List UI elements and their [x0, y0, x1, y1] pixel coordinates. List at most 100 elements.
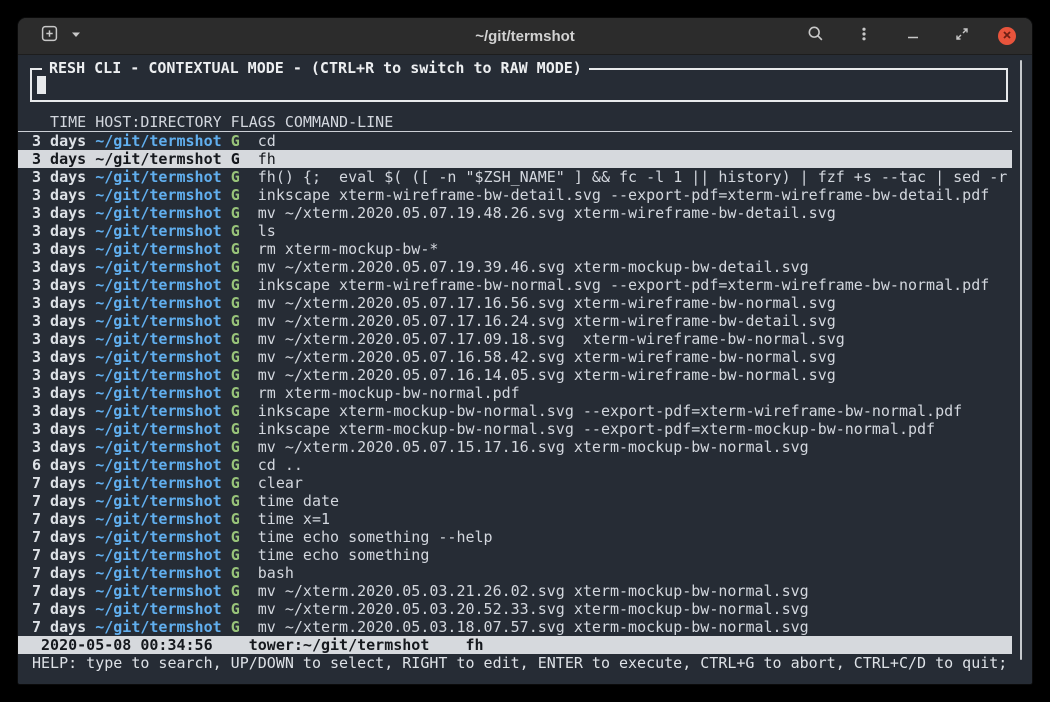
close-button[interactable] — [998, 27, 1016, 45]
history-row[interactable]: 3 days ~/git/termshot G mv ~/xterm.2020.… — [18, 366, 1012, 384]
row-command: mv ~/xterm.2020.05.07.17.16.56.svg xterm… — [258, 294, 836, 312]
history-row[interactable]: 7 days ~/git/termshot G clear — [18, 474, 1012, 492]
row-time: 7 days — [32, 600, 86, 618]
history-row[interactable]: 7 days ~/git/termshot G time x=1 — [18, 510, 1012, 528]
row-command: mv ~/xterm.2020.05.07.19.48.26.svg xterm… — [258, 204, 836, 222]
row-directory: ~/git/termshot — [95, 456, 221, 474]
row-directory: ~/git/termshot — [95, 510, 221, 528]
status-location: tower:~/git/termshot — [249, 636, 430, 654]
history-row[interactable]: 3 days ~/git/termshot G ls — [18, 222, 1012, 240]
row-command: inkscape xterm-wireframe-bw-detail.svg -… — [258, 186, 990, 204]
row-time: 3 days — [32, 258, 86, 276]
history-row[interactable]: 3 days ~/git/termshot G mv ~/xterm.2020.… — [18, 258, 1012, 276]
row-directory: ~/git/termshot — [95, 546, 221, 564]
row-command: clear — [258, 474, 303, 492]
terminal-screen: RESH CLI - CONTEXTUAL MODE - (CTRL+R to … — [18, 55, 1032, 684]
row-command: bash — [258, 564, 294, 582]
row-flags: G — [231, 366, 240, 384]
row-command: time date — [258, 492, 339, 510]
row-time: 3 days — [32, 312, 86, 330]
search-input[interactable]: RESH CLI - CONTEXTUAL MODE - (CTRL+R to … — [30, 68, 1008, 102]
row-command: mv ~/xterm.2020.05.03.18.07.57.svg xterm… — [258, 618, 809, 636]
row-command: mv ~/xterm.2020.05.07.16.14.05.svg xterm… — [258, 366, 836, 384]
row-command: mv ~/xterm.2020.05.07.17.09.18.svg xterm… — [258, 330, 845, 348]
history-row[interactable]: 3 days ~/git/termshot G mv ~/xterm.2020.… — [18, 312, 1012, 330]
history-row[interactable]: 3 days ~/git/termshot G inkscape xterm-m… — [18, 420, 1012, 438]
history-row[interactable]: 7 days ~/git/termshot G bash — [18, 564, 1012, 582]
history-row[interactable]: 3 days ~/git/termshot G inkscape xterm-m… — [18, 402, 1012, 420]
history-row[interactable]: 3 days ~/git/termshot G rm xterm-mockup-… — [18, 240, 1012, 258]
row-flags: G — [231, 294, 240, 312]
history-row[interactable]: 3 days ~/git/termshot G rm xterm-mockup-… — [18, 384, 1012, 402]
row-directory: ~/git/termshot — [95, 402, 221, 420]
row-command: mv ~/xterm.2020.05.07.19.39.46.svg xterm… — [258, 258, 809, 276]
row-time: 7 days — [32, 528, 86, 546]
row-command: rm xterm-mockup-bw-* — [258, 240, 439, 258]
row-directory: ~/git/termshot — [95, 330, 221, 348]
new-tab-button[interactable] — [36, 23, 62, 49]
row-directory: ~/git/termshot — [95, 492, 221, 510]
history-row[interactable]: 3 days ~/git/termshot G mv ~/xterm.2020.… — [18, 330, 1012, 348]
row-directory: ~/git/termshot — [95, 222, 221, 240]
chevron-down-icon — [71, 27, 81, 45]
history-row[interactable]: 3 days ~/git/termshot G inkscape xterm-w… — [18, 276, 1012, 294]
new-tab-icon — [41, 25, 58, 47]
history-row[interactable]: 3 days ~/git/termshot G fh — [18, 150, 1012, 168]
row-flags: G — [231, 222, 240, 240]
row-directory: ~/git/termshot — [95, 384, 221, 402]
history-row[interactable]: 7 days ~/git/termshot G time echo someth… — [18, 546, 1012, 564]
history-row[interactable]: 3 days ~/git/termshot G inkscape xterm-w… — [18, 186, 1012, 204]
search-button[interactable] — [802, 23, 828, 49]
row-directory: ~/git/termshot — [95, 204, 221, 222]
row-flags: G — [231, 132, 240, 150]
search-icon — [807, 25, 824, 47]
history-row[interactable]: 3 days ~/git/termshot G cd — [18, 132, 1012, 150]
row-command: time echo something --help — [258, 528, 493, 546]
titlebar: ~/git/termshot — [18, 18, 1032, 55]
history-row[interactable]: 7 days ~/git/termshot G mv ~/xterm.2020.… — [18, 600, 1012, 618]
row-flags: G — [231, 456, 240, 474]
history-row[interactable]: 7 days ~/git/termshot G mv ~/xterm.2020.… — [18, 618, 1012, 636]
row-time: 3 days — [32, 150, 86, 168]
status-bar: 2020-05-08 00:34:56 tower:~/git/termshot… — [18, 636, 1012, 654]
history-list: 3 days ~/git/termshot G cd3 days ~/git/t… — [18, 132, 1012, 636]
row-time: 3 days — [32, 366, 86, 384]
row-flags: G — [231, 330, 240, 348]
history-column-header: TIME HOST:DIRECTORY FLAGS COMMAND-LINE — [18, 113, 1012, 132]
terminal-scrollbar[interactable] — [1020, 60, 1022, 660]
row-flags: G — [231, 186, 240, 204]
row-flags: G — [231, 564, 240, 582]
row-directory: ~/git/termshot — [95, 420, 221, 438]
row-flags: G — [231, 240, 240, 258]
row-flags: G — [231, 438, 240, 456]
mode-title: RESH CLI - CONTEXTUAL MODE - (CTRL+R to … — [42, 59, 589, 77]
history-row[interactable]: 3 days ~/git/termshot G mv ~/xterm.2020.… — [18, 348, 1012, 366]
history-row[interactable]: 7 days ~/git/termshot G mv ~/xterm.2020.… — [18, 582, 1012, 600]
row-directory: ~/git/termshot — [95, 348, 221, 366]
row-flags: G — [231, 402, 240, 420]
history-row[interactable]: 7 days ~/git/termshot G time echo someth… — [18, 528, 1012, 546]
row-flags: G — [231, 420, 240, 438]
row-flags: G — [231, 546, 240, 564]
menu-button[interactable] — [851, 23, 877, 49]
row-flags: G — [231, 312, 240, 330]
history-row[interactable]: 7 days ~/git/termshot G time date — [18, 492, 1012, 510]
row-time: 3 days — [32, 168, 86, 186]
history-row[interactable]: 3 days ~/git/termshot G mv ~/xterm.2020.… — [18, 204, 1012, 222]
tab-dropdown-button[interactable] — [68, 23, 84, 49]
row-command: fh() {; eval $( ([ -n "$ZSH_NAME" ] && f… — [258, 168, 1008, 186]
text-cursor — [37, 76, 46, 94]
row-time: 7 days — [32, 510, 86, 528]
row-time: 3 days — [32, 204, 86, 222]
row-flags: G — [231, 510, 240, 528]
row-time: 3 days — [32, 384, 86, 402]
row-flags: G — [231, 150, 240, 168]
restore-button[interactable] — [949, 23, 975, 49]
history-row[interactable]: 3 days ~/git/termshot G fh() {; eval $( … — [18, 168, 1012, 186]
minimize-button[interactable] — [900, 23, 926, 49]
history-row[interactable]: 3 days ~/git/termshot G mv ~/xterm.2020.… — [18, 294, 1012, 312]
history-row[interactable]: 6 days ~/git/termshot G cd .. — [18, 456, 1012, 474]
row-command: mv ~/xterm.2020.05.07.17.16.24.svg xterm… — [258, 312, 836, 330]
history-row[interactable]: 3 days ~/git/termshot G mv ~/xterm.2020.… — [18, 438, 1012, 456]
row-time: 7 days — [32, 618, 86, 636]
